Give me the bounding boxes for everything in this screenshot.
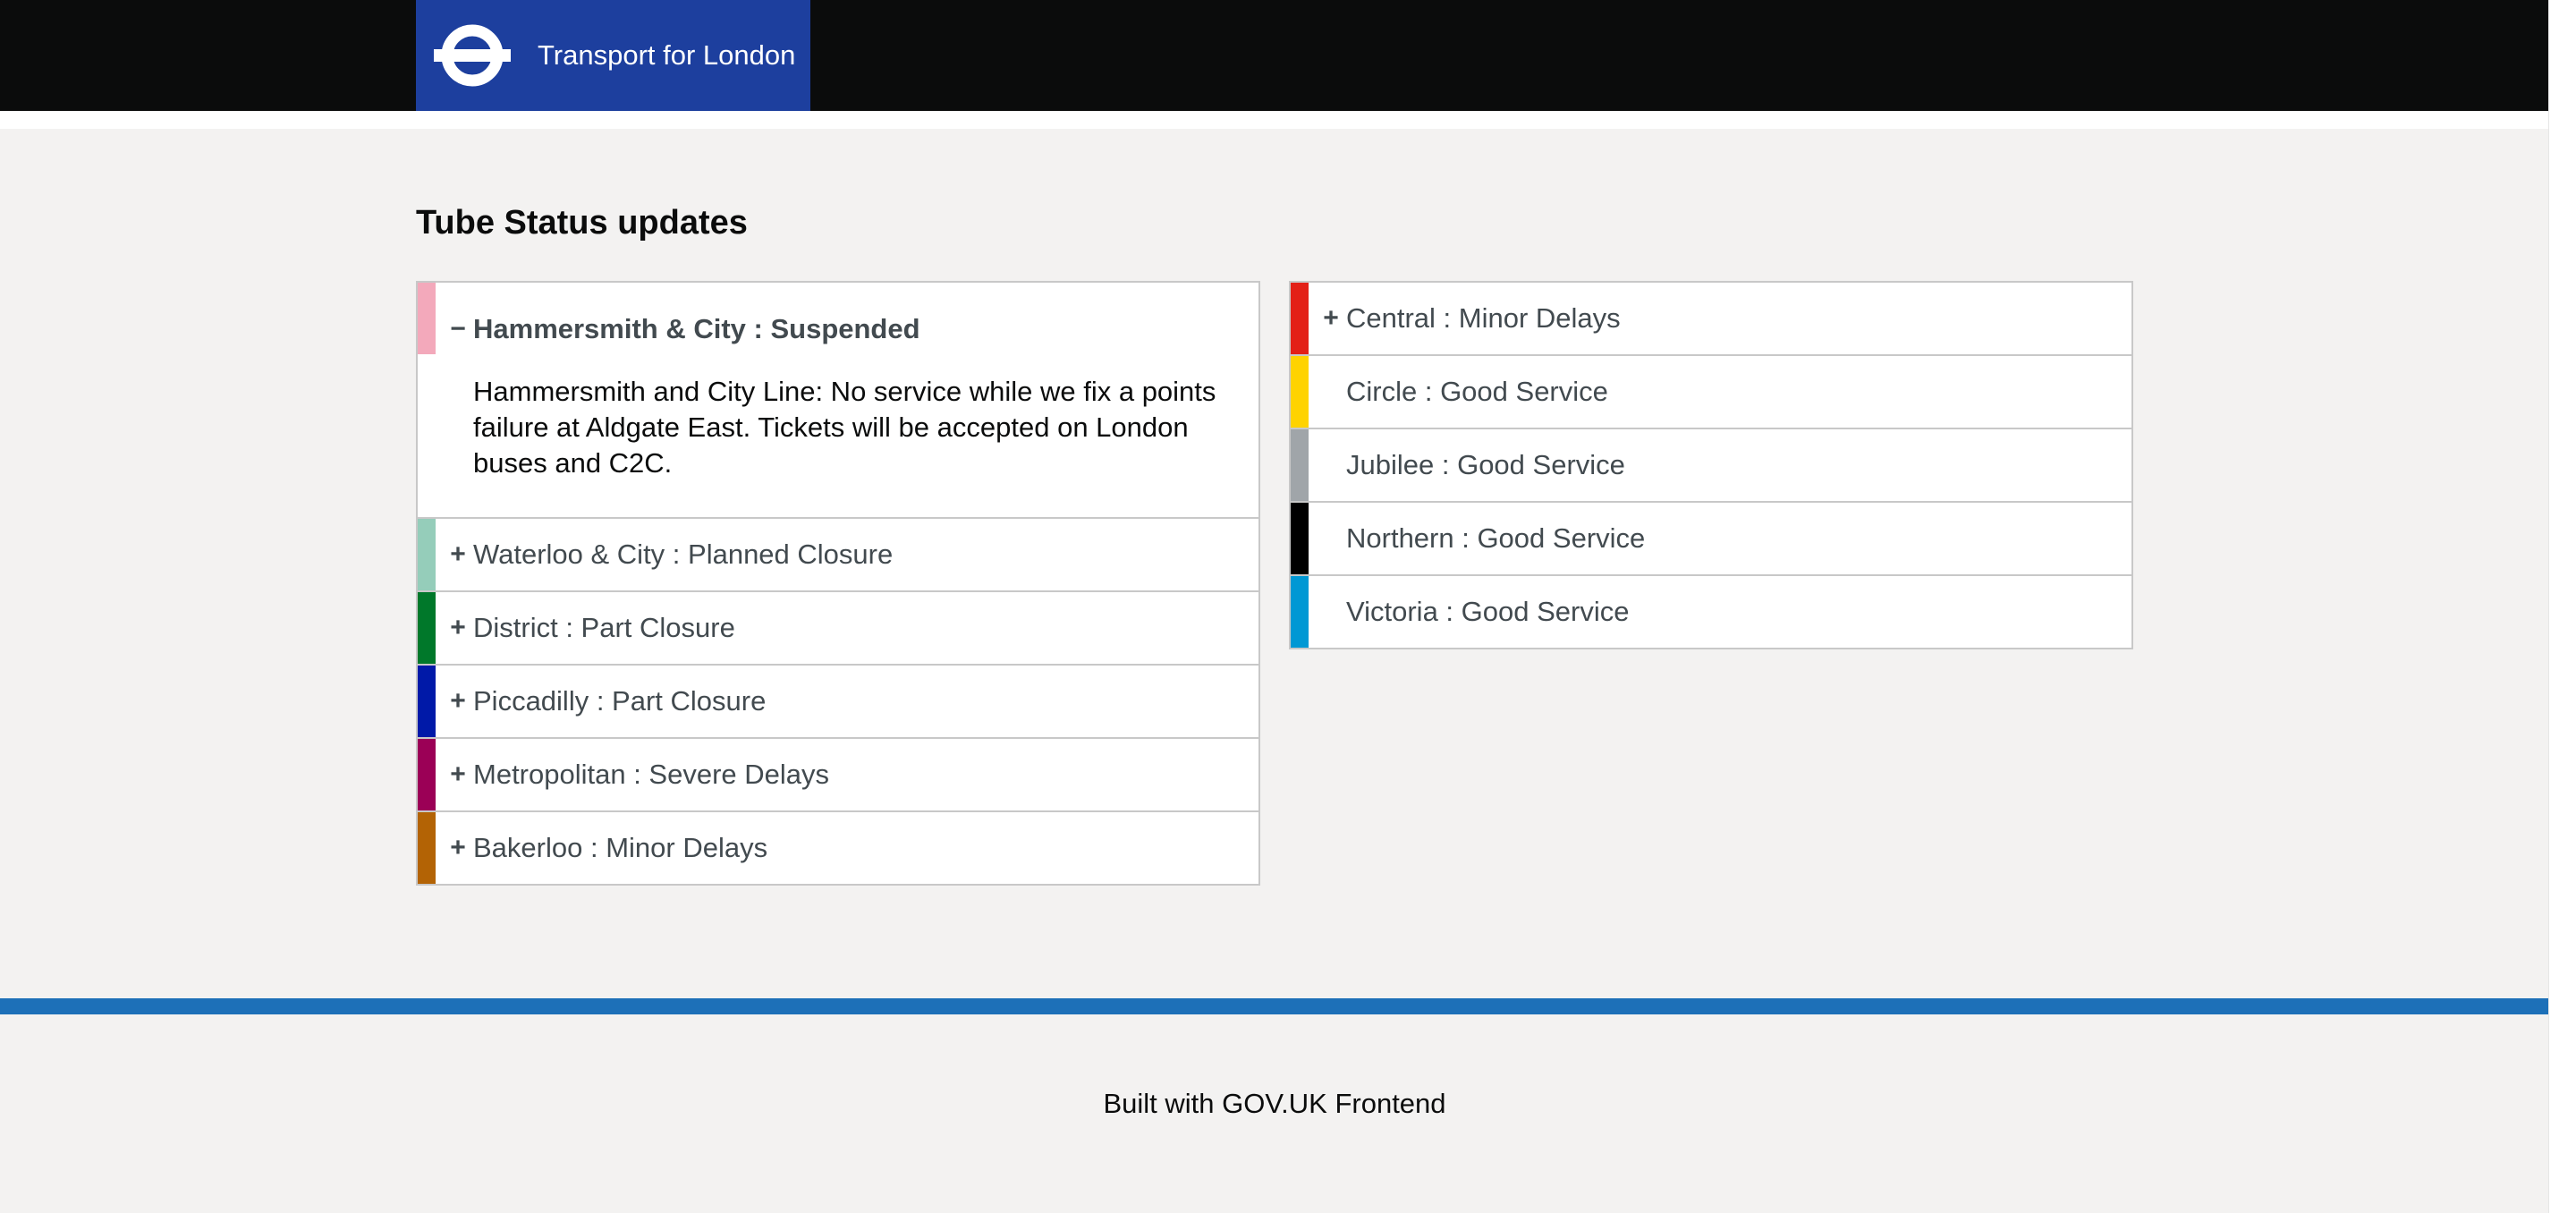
line-status-label: Circle : Good Service bbox=[1346, 376, 1608, 407]
line-header-button[interactable]: Victoria : Good Service bbox=[1291, 576, 2131, 648]
line-color-swatch bbox=[1291, 503, 1309, 574]
toggle-placeholder bbox=[1318, 503, 1344, 574]
line-color-swatch bbox=[418, 812, 436, 884]
line-header-button[interactable]: + Metropolitan : Severe Delays bbox=[418, 739, 1258, 810]
expand-icon[interactable]: + bbox=[445, 592, 471, 664]
tfl-roundel-icon bbox=[434, 24, 511, 87]
line-color-swatch bbox=[418, 739, 436, 810]
line-item-circle: Circle : Good Service bbox=[1289, 356, 2133, 429]
expand-icon[interactable]: + bbox=[445, 812, 471, 884]
line-status-label: Victoria : Good Service bbox=[1346, 596, 1630, 627]
header-underline bbox=[0, 111, 2549, 129]
page-title: Tube Status updates bbox=[416, 204, 748, 242]
line-color-swatch bbox=[1291, 356, 1309, 428]
line-header-button[interactable]: Circle : Good Service bbox=[1291, 356, 2131, 428]
line-status-label: Waterloo & City : Planned Closure bbox=[473, 539, 894, 570]
expand-icon[interactable]: + bbox=[445, 739, 471, 810]
line-status-label: Piccadilly : Part Closure bbox=[473, 685, 767, 717]
line-header-button[interactable]: Northern : Good Service bbox=[1291, 503, 2131, 574]
line-header-button[interactable]: + Piccadilly : Part Closure bbox=[418, 666, 1258, 737]
line-status-label: Jubilee : Good Service bbox=[1346, 449, 1625, 480]
toggle-placeholder bbox=[1318, 576, 1344, 648]
line-status-label: Bakerloo : Minor Delays bbox=[473, 832, 768, 863]
toggle-placeholder bbox=[1318, 429, 1344, 501]
expand-icon[interactable]: + bbox=[445, 666, 471, 737]
brand-text: Transport for London bbox=[538, 39, 796, 71]
expand-icon[interactable]: + bbox=[1318, 283, 1344, 354]
footer-accent-bar bbox=[0, 998, 2549, 1014]
line-color-swatch bbox=[418, 666, 436, 737]
brand-link[interactable]: Transport for London bbox=[416, 0, 810, 111]
site-header: Transport for London bbox=[0, 0, 2549, 111]
line-header-button[interactable]: Jubilee : Good Service bbox=[1291, 429, 2131, 501]
line-status-label: Hammersmith & City : Suspended bbox=[473, 313, 920, 344]
line-item-piccadilly: + Piccadilly : Part Closure bbox=[416, 666, 1260, 739]
line-item-central: + Central : Minor Delays bbox=[1289, 283, 2133, 356]
line-color-swatch bbox=[418, 283, 436, 354]
footer-text: Built with GOV.UK Frontend bbox=[1103, 1088, 1446, 1119]
toggle-placeholder bbox=[1318, 356, 1344, 428]
line-item-district: + District : Part Closure bbox=[416, 592, 1260, 666]
line-item-northern: Northern : Good Service bbox=[1289, 503, 2133, 576]
line-item-jubilee: Jubilee : Good Service bbox=[1289, 429, 2133, 503]
line-status-label: Northern : Good Service bbox=[1346, 522, 1646, 554]
page: Transport for London Tube Status updates… bbox=[0, 0, 2549, 1213]
line-header-button[interactable]: + Central : Minor Delays bbox=[1291, 283, 2131, 354]
line-status-description: Hammersmith and City Line: No service wh… bbox=[473, 376, 1216, 479]
line-item-hammersmith-and-city: − Hammersmith & City : Suspended Hammersmi… bbox=[416, 283, 1260, 519]
line-item-metropolitan: + Metropolitan : Severe Delays bbox=[416, 739, 1260, 812]
line-item-waterloo-and-city: + Waterloo & City : Planned Closure bbox=[416, 519, 1260, 592]
line-header-button[interactable]: + District : Part Closure bbox=[418, 592, 1258, 664]
status-list-right: + Central : Minor Delays Circle : Good Ser… bbox=[1289, 281, 2133, 649]
line-color-swatch bbox=[1291, 576, 1309, 648]
line-color-swatch bbox=[418, 519, 436, 590]
collapse-icon[interactable]: − bbox=[445, 293, 471, 365]
line-color-swatch bbox=[418, 592, 436, 664]
scrollbar[interactable] bbox=[2548, 0, 2576, 1213]
status-list-left: − Hammersmith & City : Suspended Hammersmi… bbox=[416, 281, 1260, 886]
expand-icon[interactable]: + bbox=[445, 519, 471, 590]
line-item-bakerloo: + Bakerloo : Minor Delays bbox=[416, 812, 1260, 886]
line-header-button[interactable]: + Waterloo & City : Planned Closure bbox=[418, 519, 1258, 590]
line-header-button[interactable]: + Bakerloo : Minor Delays bbox=[418, 812, 1258, 884]
line-color-swatch bbox=[1291, 429, 1309, 501]
line-status-label: Central : Minor Delays bbox=[1346, 302, 1621, 334]
line-color-swatch bbox=[1291, 283, 1309, 354]
line-header-button[interactable]: − Hammersmith & City : Suspended bbox=[418, 283, 1258, 354]
line-status-label: Metropolitan : Severe Delays bbox=[473, 759, 830, 790]
line-status-label: District : Part Closure bbox=[473, 612, 735, 643]
line-item-victoria: Victoria : Good Service bbox=[1289, 576, 2133, 649]
